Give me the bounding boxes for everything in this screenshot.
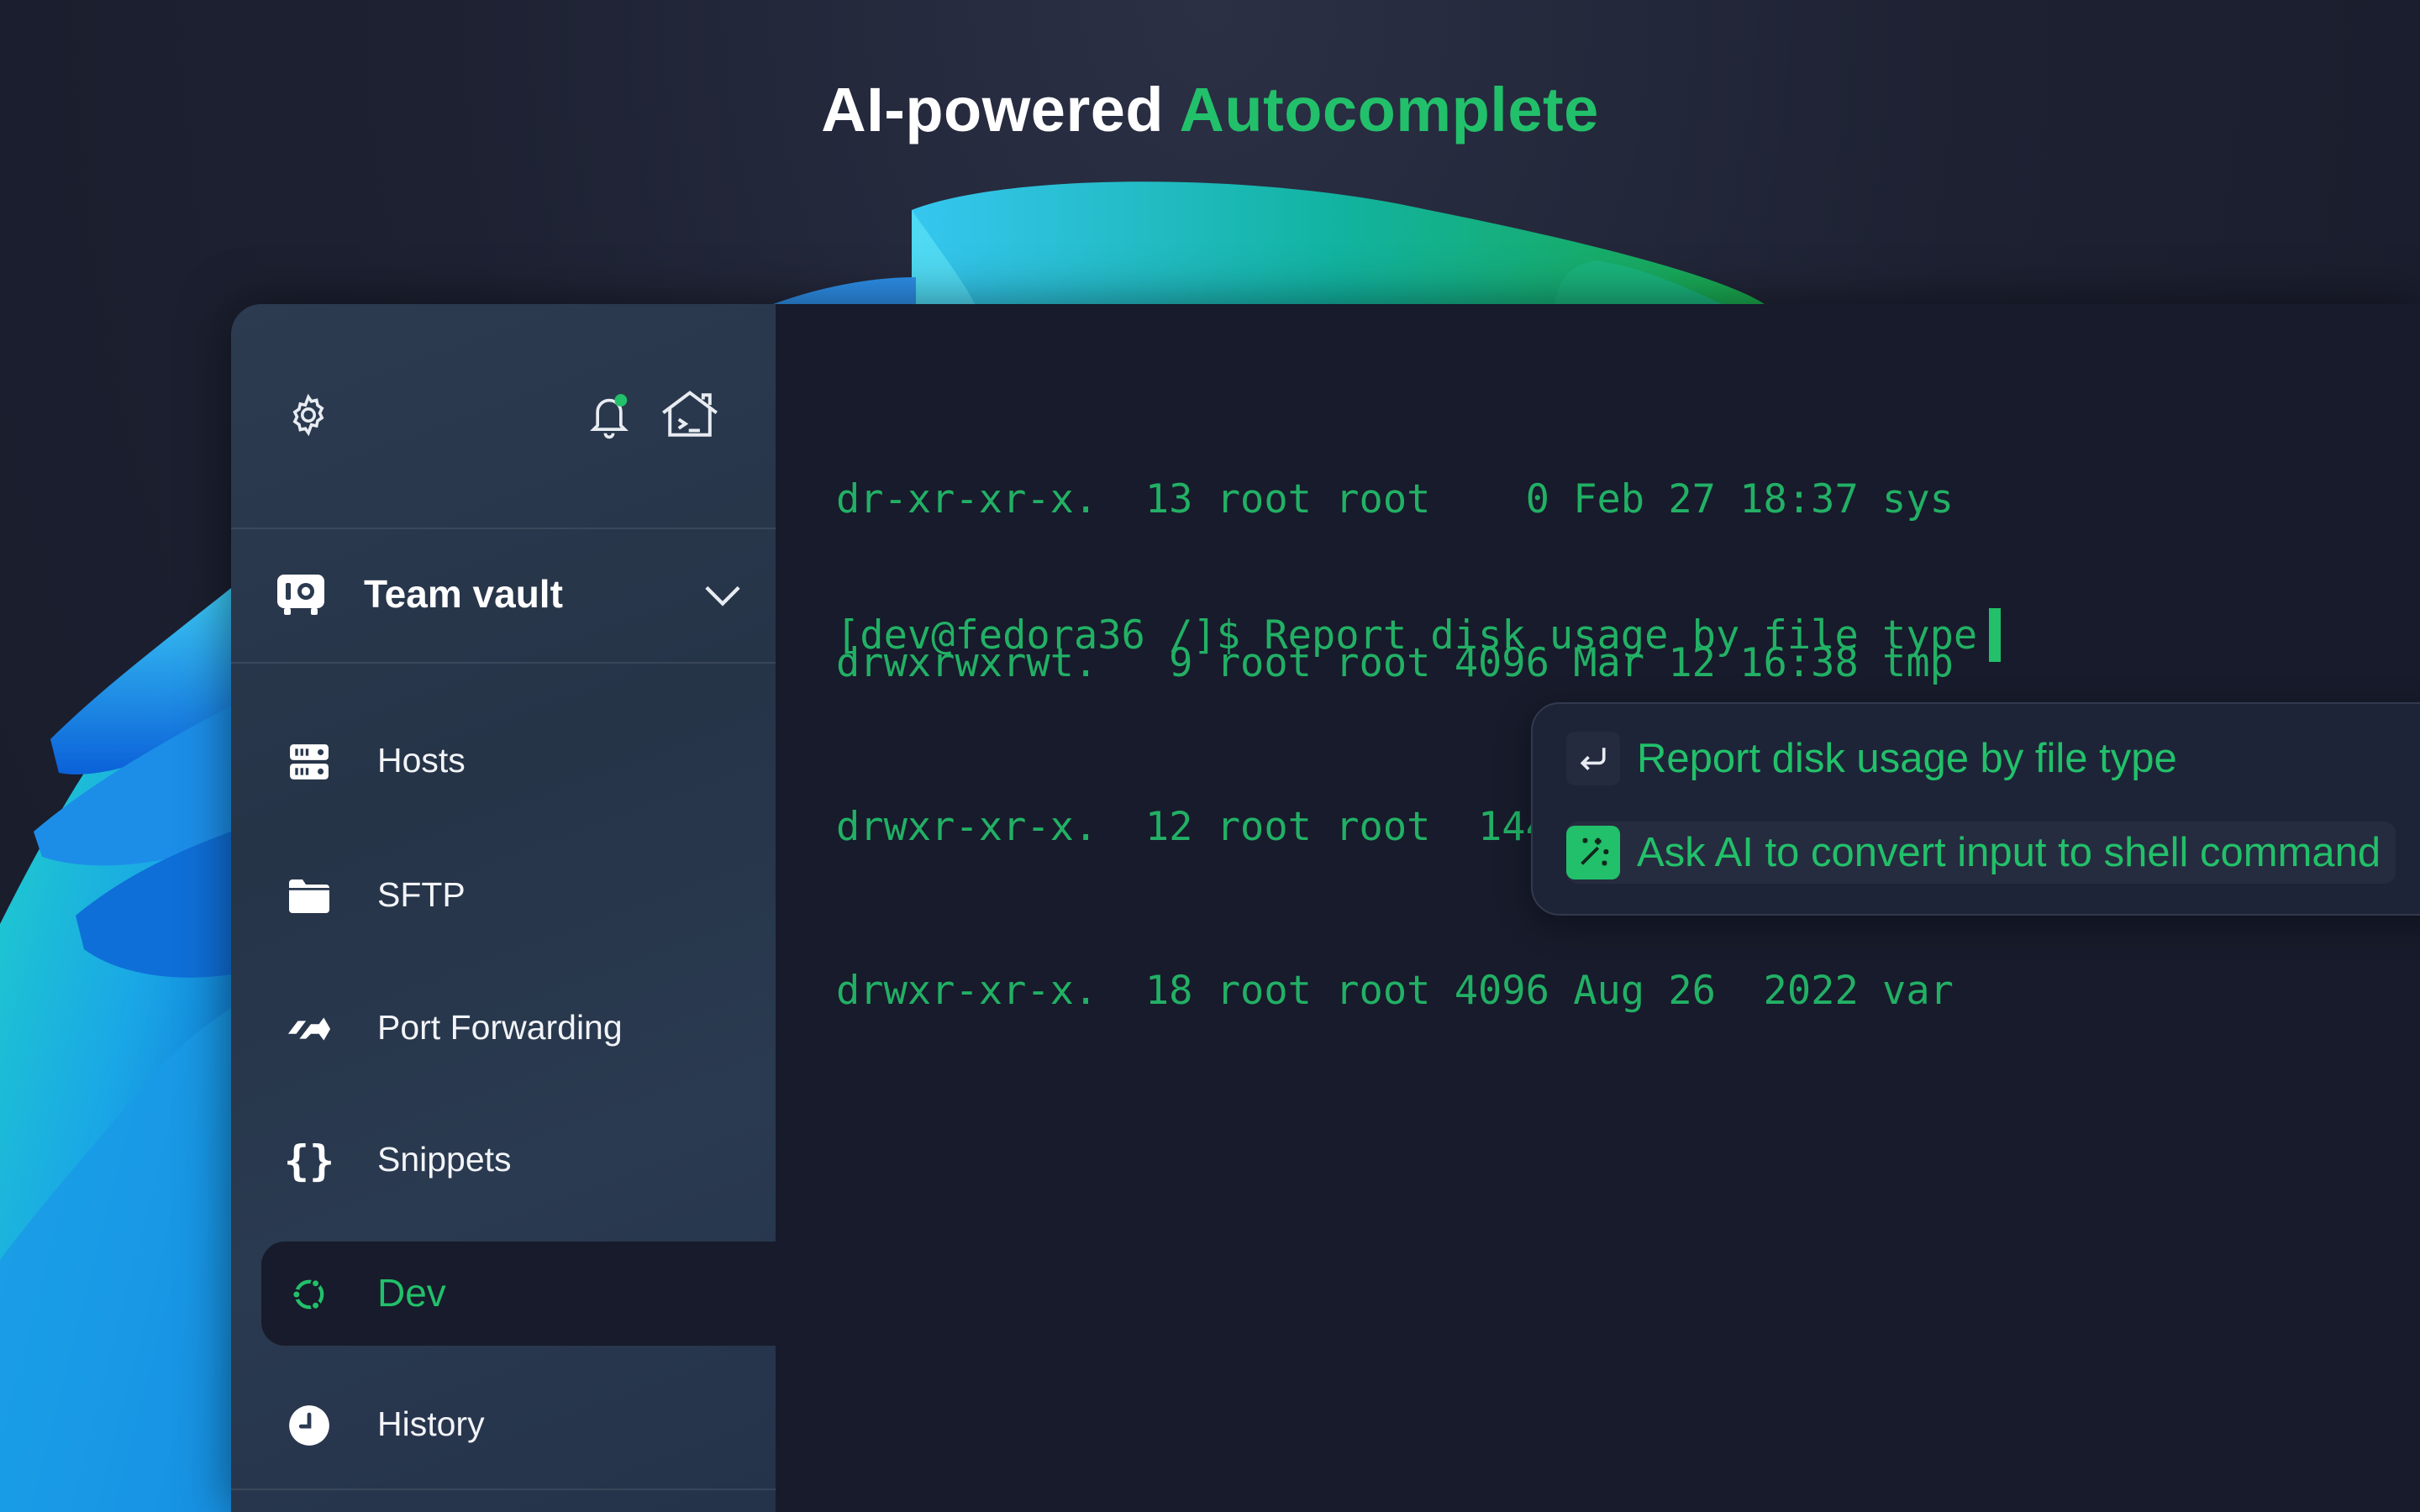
text-cursor bbox=[1989, 608, 2002, 662]
sidebar-item-dev[interactable]: Dev bbox=[261, 1242, 776, 1346]
terminal-line: drwxr-xr-x. 18 root root 4096 Aug 26 202… bbox=[836, 968, 1954, 1014]
app-window: Team vault Hosts SFTP Port Forwarding {}… bbox=[231, 304, 2420, 1512]
sidebar-item-sftp[interactable]: SFTP bbox=[231, 843, 776, 948]
sidebar-item-label: SFTP bbox=[377, 875, 466, 914]
sidebar-item-port-forwarding[interactable]: Port Forwarding bbox=[231, 976, 776, 1080]
braces-icon: {} bbox=[283, 1137, 335, 1185]
autocomplete-popup: Report disk usage by file type Ask AI to… bbox=[1531, 702, 2420, 916]
divider bbox=[231, 1488, 776, 1490]
divider bbox=[231, 662, 776, 664]
headline: AI-powered Autocomplete bbox=[0, 74, 2420, 145]
local-terminal-button[interactable] bbox=[656, 385, 723, 445]
ubuntu-icon bbox=[287, 1272, 332, 1317]
terminal-prompt-line[interactable]: [dev@fedora36 /]$ Report disk usage by f… bbox=[836, 608, 2002, 662]
suggestion-item[interactable]: Report disk usage by file type bbox=[1566, 727, 2177, 790]
suggestion-label: Report disk usage by file type bbox=[1637, 736, 2177, 781]
gear-icon bbox=[292, 393, 324, 437]
hosts-icon bbox=[287, 739, 332, 785]
home-terminal-icon bbox=[662, 391, 718, 437]
terminal-line: dr-xr-xr-x. 13 root root 0 Feb 27 18:37 … bbox=[836, 476, 1954, 522]
headline-prefix: AI-powered bbox=[821, 75, 1165, 144]
vault-name: Team vault bbox=[364, 572, 563, 616]
suggestion-item-ask-ai[interactable]: Ask AI to convert input to shell command bbox=[1566, 822, 2396, 884]
magic-wand-icon bbox=[1566, 826, 1620, 879]
vault-icon bbox=[275, 570, 327, 620]
sidebar-item-snippets[interactable]: {} Snippets bbox=[231, 1108, 776, 1212]
sidebar-item-label: Snippets bbox=[377, 1140, 512, 1179]
sidebar: Team vault Hosts SFTP Port Forwarding {}… bbox=[231, 304, 776, 1512]
sidebar-item-history[interactable]: History bbox=[231, 1373, 776, 1477]
sidebar-item-label: Dev bbox=[377, 1271, 446, 1315]
sidebar-toolbar bbox=[231, 304, 776, 528]
settings-button[interactable] bbox=[281, 388, 335, 442]
sidebar-item-hosts[interactable]: Hosts bbox=[231, 709, 776, 813]
terminal-pane[interactable]: dr-xr-xr-x. 13 root root 0 Feb 27 18:37 … bbox=[776, 304, 2420, 1512]
clock-icon bbox=[287, 1403, 332, 1448]
chevron-down-icon[interactable] bbox=[702, 575, 744, 617]
sidebar-item-label: Hosts bbox=[377, 741, 466, 780]
terminal-prompt: [dev@fedora36 /]$ Report disk usage by f… bbox=[836, 612, 1978, 659]
notifications-button[interactable] bbox=[582, 386, 636, 445]
enter-icon bbox=[1566, 732, 1620, 785]
bell-icon bbox=[590, 394, 629, 439]
vault-selector[interactable]: Team vault bbox=[231, 528, 776, 662]
suggestion-label: Ask AI to convert input to shell command bbox=[1637, 830, 2381, 875]
port-forwarding-icon bbox=[287, 1006, 332, 1052]
headline-accent: Autocomplete bbox=[1179, 75, 1599, 144]
sidebar-item-label: Port Forwarding bbox=[377, 1008, 623, 1047]
sidebar-item-label: History bbox=[377, 1404, 485, 1443]
folder-icon bbox=[287, 874, 332, 919]
